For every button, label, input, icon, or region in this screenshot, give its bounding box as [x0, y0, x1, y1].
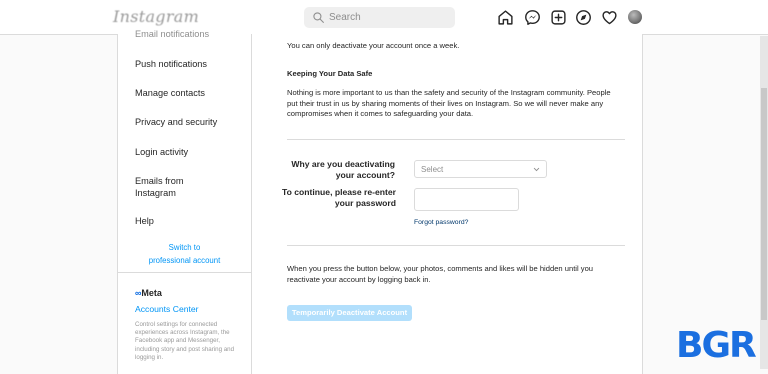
password-field[interactable] — [414, 188, 519, 211]
search-box[interactable] — [304, 7, 455, 28]
activity-heart-icon[interactable] — [601, 9, 618, 26]
data-safe-heading: Keeping Your Data Safe — [287, 69, 373, 78]
section-divider-2 — [287, 245, 625, 246]
profile-avatar[interactable] — [628, 10, 642, 24]
settings-sidebar: Email notifications Push notifications M… — [118, 29, 252, 374]
sidebar-item-login-activity[interactable]: Login activity — [135, 146, 188, 158]
deactivate-account-content: You can only deactivate your account onc… — [251, 34, 642, 374]
chevron-down-icon — [533, 167, 540, 172]
bgr-watermark-logo: BGR — [676, 325, 758, 364]
temporarily-deactivate-button[interactable]: Temporarily Deactivate Account — [287, 305, 412, 321]
reason-label: Why are you deactivating your account? — [291, 159, 395, 180]
messenger-icon[interactable] — [524, 9, 541, 26]
sidebar-item-push-notifications[interactable]: Push notifications — [135, 58, 207, 70]
password-input[interactable] — [415, 189, 518, 210]
explore-icon[interactable] — [575, 9, 592, 26]
reason-select-value: Select — [421, 165, 444, 174]
sidebar-divider — [118, 272, 251, 273]
sidebar-item-help[interactable]: Help — [135, 215, 154, 227]
switch-to-professional-link[interactable]: Switch to professional account — [118, 241, 251, 267]
search-icon — [313, 12, 324, 23]
sidebar-item-email-notifications[interactable]: Email notifications — [135, 28, 209, 40]
page-scrollbar-track[interactable] — [760, 36, 768, 369]
weekly-limit-notice: You can only deactivate your account onc… — [287, 41, 460, 50]
password-label: To continue, please re-enter your passwo… — [282, 187, 396, 208]
forgot-password-link[interactable]: Forgot password? — [414, 219, 468, 226]
section-divider — [287, 139, 625, 140]
meta-logo: ∞Meta — [135, 288, 162, 298]
accounts-center-link[interactable]: Accounts Center — [135, 304, 199, 314]
reason-select[interactable]: Select — [414, 160, 547, 178]
page-scrollbar-thumb[interactable] — [761, 88, 767, 320]
sidebar-item-manage-contacts[interactable]: Manage contacts — [135, 87, 205, 99]
sidebar-item-privacy-and-security[interactable]: Privacy and security — [135, 116, 217, 128]
top-navigation-bar: Instagram — [0, 0, 768, 35]
home-icon[interactable] — [497, 9, 514, 26]
svg-text:BGR: BGR — [676, 325, 756, 364]
search-input[interactable] — [329, 9, 447, 26]
new-post-icon[interactable] — [550, 9, 567, 26]
instagram-logo[interactable]: Instagram — [113, 7, 199, 26]
meta-infinity-icon: ∞ — [135, 288, 142, 298]
settings-panel: Email notifications Push notifications M… — [117, 29, 643, 374]
deactivation-explanation: When you press the button below, your ph… — [287, 264, 594, 284]
accounts-center-description: Control settings for connected experienc… — [135, 321, 235, 361]
sidebar-item-emails-from-instagram[interactable]: Emails from Instagram — [135, 175, 205, 199]
data-safe-body: Nothing is more important to us than the… — [287, 88, 611, 118]
